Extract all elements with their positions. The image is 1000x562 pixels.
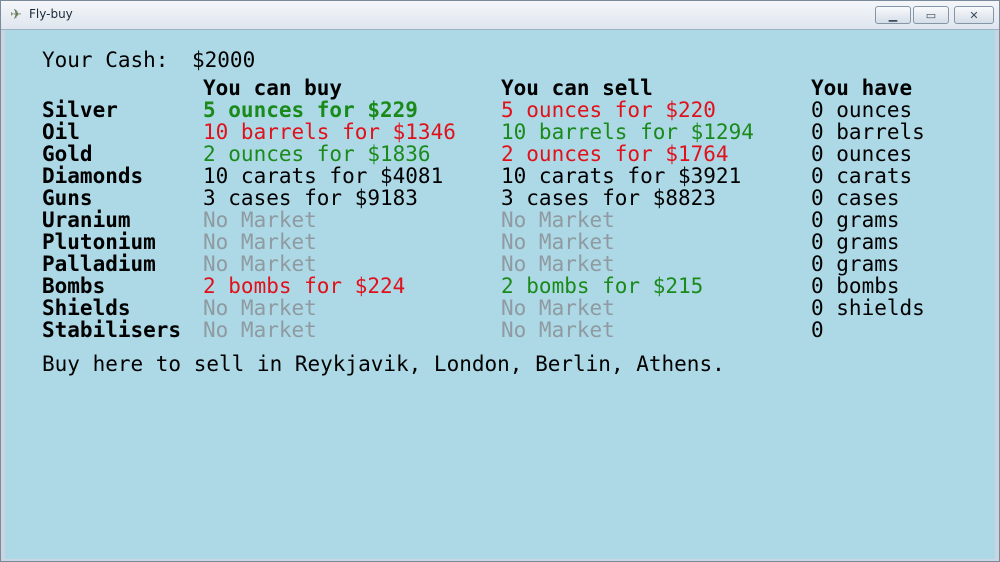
sell-offer: No Market <box>501 296 615 320</box>
header-have: You have <box>811 76 913 100</box>
inventory-amount: 0 bombs <box>811 274 900 298</box>
sell-offer: No Market <box>501 252 615 276</box>
cash-label: Your Cash: <box>42 48 169 72</box>
close-button[interactable]: ✕ <box>954 6 994 24</box>
sell-offer: No Market <box>501 318 615 342</box>
buy-offer: No Market <box>203 318 317 342</box>
buy-offer[interactable]: 2 ounces for $1836 <box>203 143 431 165</box>
inventory-amount: 0 <box>811 318 824 342</box>
inventory-amount: 0 shields <box>811 296 925 320</box>
item-name: Guns <box>42 186 93 210</box>
item-name: Silver <box>42 98 118 122</box>
footer-text: Buy here to sell in Reykjavik, London, B… <box>42 352 725 376</box>
inventory-amount: 0 ounces <box>811 98 913 122</box>
buy-offer: No Market <box>203 252 317 276</box>
inventory-amount: 0 grams <box>811 230 900 254</box>
maximize-icon: ▭ <box>925 9 937 22</box>
inventory-amount: 0 grams <box>811 252 900 276</box>
inventory-amount: 0 carats <box>811 164 913 188</box>
buy-offer[interactable]: 10 barrels for $1346 <box>203 121 456 143</box>
item-name: Diamonds <box>42 164 144 188</box>
cash-value: $2000 <box>192 48 256 72</box>
buy-offer: No Market <box>203 208 317 232</box>
buy-offer[interactable]: 10 carats for $4081 <box>203 165 443 187</box>
buy-offer[interactable]: 3 cases for $9183 <box>203 187 418 209</box>
header-sell: You can sell <box>501 76 653 100</box>
sell-offer[interactable]: 5 ounces for $220 <box>501 99 716 121</box>
header-buy: You can buy <box>203 76 343 100</box>
item-name: Gold <box>42 142 93 166</box>
item-name: Stabilisers <box>42 318 182 342</box>
buy-offer[interactable]: 5 ounces for $229 <box>203 99 418 121</box>
sell-offer: No Market <box>501 230 615 254</box>
inventory-amount: 0 cases <box>811 186 900 210</box>
game-screen: Your Cash: $2000 You can buy You can sel… <box>5 30 995 559</box>
item-name: Plutonium <box>42 230 156 254</box>
item-name: Palladium <box>42 252 156 276</box>
close-icon: ✕ <box>969 9 979 22</box>
sell-offer[interactable]: 2 ounces for $1764 <box>501 143 729 165</box>
item-name: Oil <box>42 120 80 144</box>
sell-offer[interactable]: 10 barrels for $1294 <box>501 121 754 143</box>
minimize-icon: ▁ <box>888 9 898 22</box>
buy-offer: No Market <box>203 296 317 320</box>
item-name: Shields <box>42 296 131 320</box>
maximize-button[interactable]: ▭ <box>913 6 949 24</box>
inventory-amount: 0 barrels <box>811 120 925 144</box>
sell-offer[interactable]: 2 bombs for $215 <box>501 275 703 297</box>
sell-offer[interactable]: 3 cases for $8823 <box>501 187 716 209</box>
sell-offer: No Market <box>501 208 615 232</box>
app-icon: ✈ <box>10 7 22 23</box>
inventory-amount: 0 ounces <box>811 142 913 166</box>
item-name: Uranium <box>42 208 131 232</box>
window-title: Fly-buy <box>29 7 73 21</box>
buy-offer[interactable]: 2 bombs for $224 <box>203 275 405 297</box>
sell-offer[interactable]: 10 carats for $3921 <box>501 165 741 187</box>
item-name: Bombs <box>42 274 106 298</box>
minimize-button[interactable]: ▁ <box>875 6 911 24</box>
main-window: ✈ Fly-buy ▁ ▭ ✕ Your Cash: $2000 You can… <box>0 0 1000 562</box>
title-bar[interactable]: ✈ Fly-buy ▁ ▭ ✕ <box>1 1 999 30</box>
inventory-amount: 0 grams <box>811 208 900 232</box>
buy-offer: No Market <box>203 230 317 254</box>
